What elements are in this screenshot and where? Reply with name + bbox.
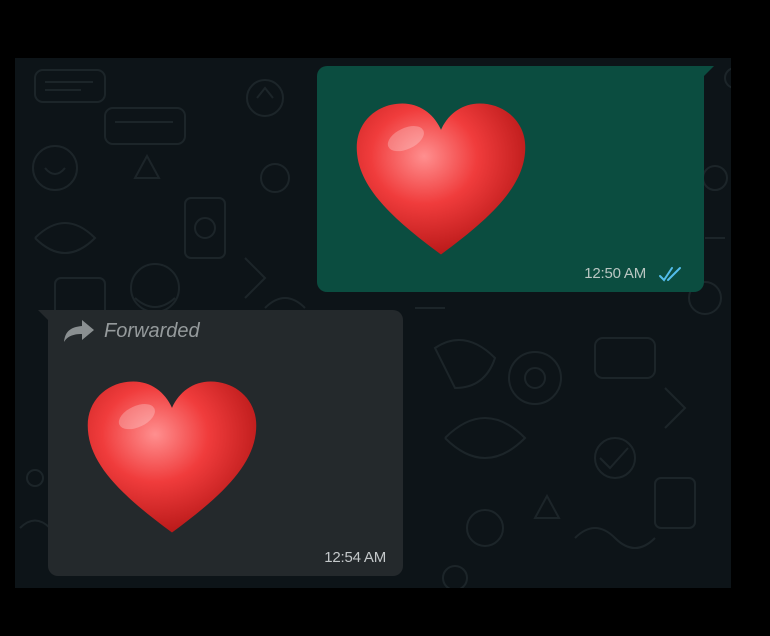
message-bubble-outgoing[interactable]: 12:50 AM — [317, 66, 714, 292]
heart-emoji-icon — [356, 103, 526, 255]
chat-area[interactable]: 12:50 AM Forwarded 12:54 AM — [15, 58, 731, 588]
message-timestamp: 12:50 AM — [584, 265, 646, 282]
bubble-tail — [38, 310, 50, 322]
forwarded-indicator: Forwarded — [62, 318, 200, 344]
forward-arrow-icon — [64, 320, 94, 342]
heart-emoji-icon — [87, 381, 257, 533]
bubble-tail — [702, 66, 714, 78]
read-double-tick-icon — [659, 267, 681, 282]
forwarded-label: Forwarded — [104, 319, 200, 342]
message-timestamp: 12:54 AM — [324, 549, 386, 566]
message-bubble-incoming[interactable]: Forwarded 12:54 AM — [38, 310, 403, 576]
